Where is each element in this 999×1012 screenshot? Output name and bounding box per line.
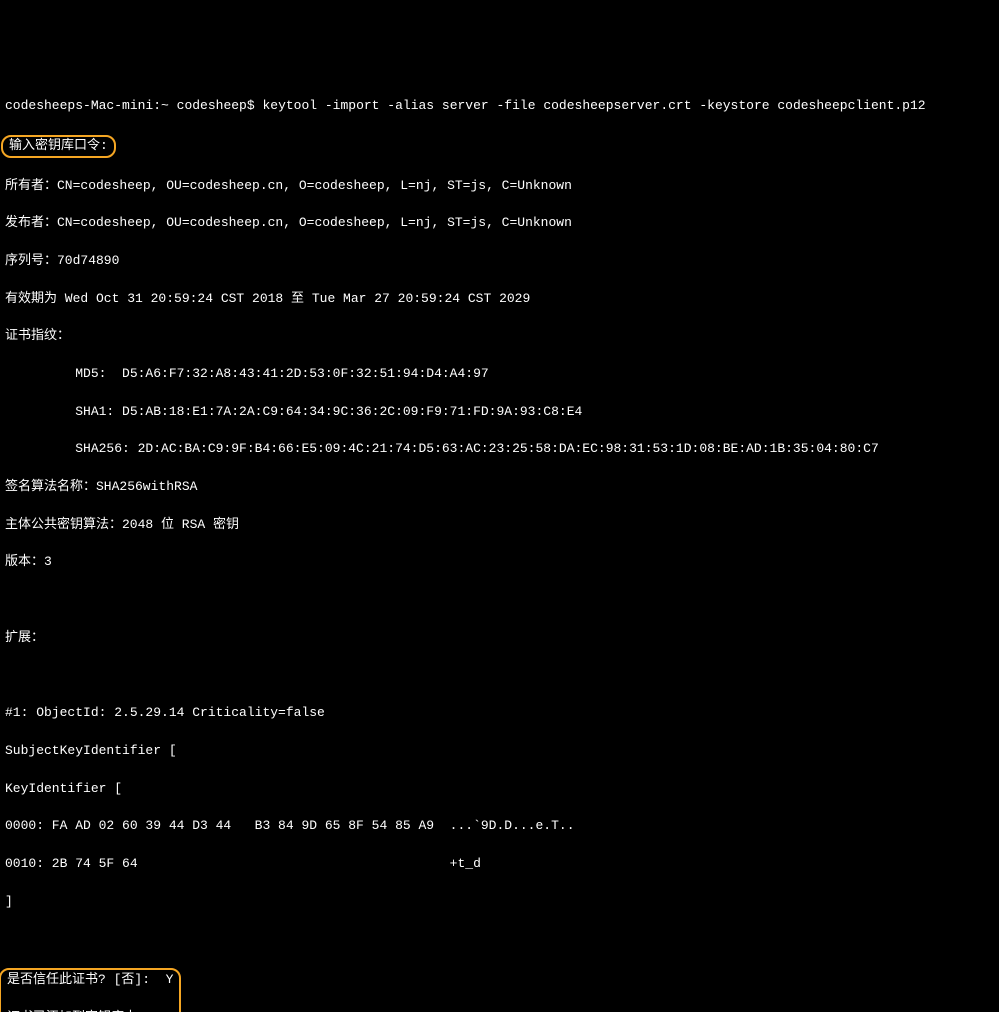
- hex-line-0: 0000: FA AD 02 60 39 44 D3 44 B3 84 9D 6…: [5, 817, 994, 836]
- trust-prompt-highlight: 是否信任此证书? [否]: Y 证书已添加到密钥库中: [0, 968, 181, 1012]
- fingerprint-label: 证书指纹：: [5, 327, 994, 346]
- ski1-line: SubjectKeyIdentifier [: [5, 742, 994, 761]
- terminal-output: codesheeps-Mac-mini:~ codesheep$ keytool…: [5, 78, 994, 1012]
- password-prompt: 输入密钥库口令:: [9, 138, 108, 153]
- md5-line: MD5: D5:A6:F7:32:A8:43:41:2D:53:0F:32:51…: [5, 365, 994, 384]
- sha1-line: SHA1: D5:AB:18:E1:7A:2A:C9:64:34:9C:36:2…: [5, 403, 994, 422]
- prompt-host: codesheeps-Mac-mini:~: [5, 98, 169, 113]
- command-text: keytool -import -alias server -file code…: [262, 98, 925, 113]
- added-msg-line: 证书已添加到密钥库中: [7, 1009, 173, 1012]
- password-prompt-highlight: 输入密钥库口令:: [1, 135, 116, 158]
- owner-line: 所有者：CN=codesheep, OU=codesheep.cn, O=cod…: [5, 177, 994, 196]
- bracket-line: ]: [5, 893, 994, 912]
- extensions-label: 扩展：: [5, 629, 994, 648]
- ski2-line: KeyIdentifier [: [5, 780, 994, 799]
- prompt-line-1[interactable]: codesheeps-Mac-mini:~ codesheep$ keytool…: [5, 97, 994, 116]
- sha256-line: SHA256: 2D:AC:BA:C9:9F:B4:66:E5:09:4C:21…: [5, 440, 994, 459]
- trust-prompt-line: 是否信任此证书? [否]: Y: [7, 971, 173, 990]
- hex-line-1: 0010: 2B 74 5F 64 +t_d: [5, 855, 994, 874]
- issuer-line: 发布者：CN=codesheep, OU=codesheep.cn, O=cod…: [5, 214, 994, 233]
- ext1-line: #1: ObjectId: 2.5.29.14 Criticality=fals…: [5, 704, 994, 723]
- pubkey-algo-line: 主体公共密钥算法：2048 位 RSA 密钥: [5, 516, 994, 535]
- prompt-user: codesheep$: [177, 98, 255, 113]
- sig-algo-line: 签名算法名称：SHA256withRSA: [5, 478, 994, 497]
- validity-line: 有效期为 Wed Oct 31 20:59:24 CST 2018 至 Tue …: [5, 290, 994, 309]
- serial-line: 序列号：70d74890: [5, 252, 994, 271]
- version-line: 版本：3: [5, 553, 994, 572]
